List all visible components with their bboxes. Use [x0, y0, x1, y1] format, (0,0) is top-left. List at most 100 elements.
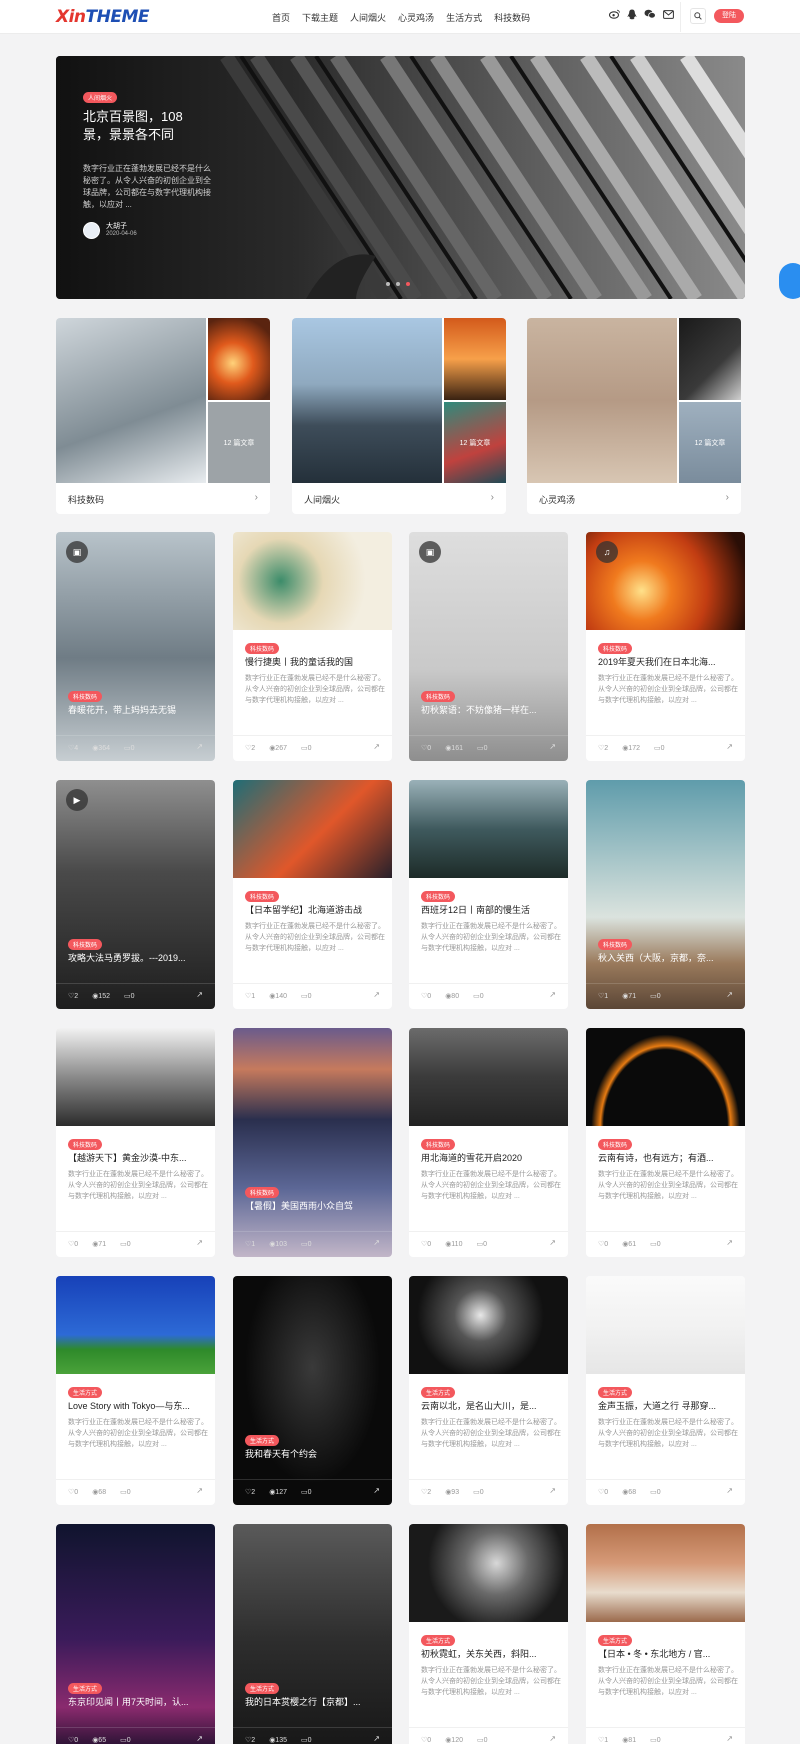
- qq-icon[interactable]: [626, 8, 638, 20]
- post-card[interactable]: 科技数码 西班牙12日丨南部的慢生活 数字行业正在蓬勃发展已经不是什么秘密了。从…: [409, 780, 568, 1009]
- post-title[interactable]: 云南以北，是名山大川，是...: [421, 1399, 557, 1412]
- post-tag[interactable]: 生活方式: [245, 1683, 280, 1694]
- nav-item-soul[interactable]: 心灵鸡汤: [398, 11, 434, 24]
- post-tag[interactable]: 科技数码: [245, 1187, 280, 1198]
- nav-item-home[interactable]: 首页: [272, 11, 290, 24]
- like-count[interactable]: ♡2: [68, 992, 85, 1000]
- post-tag[interactable]: 科技数码: [245, 643, 280, 654]
- hero-tag[interactable]: 人间烟火: [83, 92, 118, 103]
- search-button[interactable]: [690, 8, 706, 24]
- post-card[interactable]: 科技数码 【日本留学纪】北海道游击战 数字行业正在蓬勃发展已经不是什么秘密了。从…: [233, 780, 392, 1009]
- post-tag[interactable]: 生活方式: [421, 1635, 456, 1646]
- post-title[interactable]: 初秋霓虹，关东关西，斜阳...: [421, 1647, 557, 1660]
- post-card[interactable]: 生活方式 【日本 • 冬 • 东北地方 / 官... 数字行业正在蓬勃发展已经不…: [586, 1524, 745, 1744]
- post-tag[interactable]: 科技数码: [598, 1139, 633, 1150]
- post-card[interactable]: 生活方式 Love Story with Tokyo—与东... 数字行业正在蓬…: [56, 1276, 215, 1505]
- post-title[interactable]: 我和春天有个约会: [245, 1447, 381, 1460]
- post-title[interactable]: 初秋絮语：不妨像猪一样在...: [421, 703, 557, 716]
- share-icon[interactable]: ↗: [373, 1734, 380, 1743]
- slider-dot[interactable]: [396, 282, 400, 286]
- post-tag[interactable]: 科技数码: [421, 1139, 456, 1150]
- post-title[interactable]: 【越游天下】黄金沙漠-中东...: [68, 1151, 204, 1164]
- post-tag[interactable]: 生活方式: [421, 1387, 456, 1398]
- category-box-tech[interactable]: 12 篇文章 科技数码 ›: [56, 318, 270, 514]
- post-title[interactable]: 春暖花开，带上妈妈去无锡: [68, 703, 204, 716]
- post-title[interactable]: 我的日本赏樱之行【京都】...: [245, 1695, 381, 1708]
- like-count[interactable]: ♡2: [245, 1736, 262, 1744]
- wechat-icon[interactable]: [644, 8, 656, 20]
- weibo-icon[interactable]: [608, 8, 620, 20]
- share-icon[interactable]: ↗: [196, 990, 203, 999]
- post-tag[interactable]: 生活方式: [245, 1435, 280, 1446]
- author-avatar[interactable]: [83, 222, 100, 239]
- post-card[interactable]: ▣ 科技数码 春暖花开，带上妈妈去无锡 ♡4 ◉364 ▭0 ↗: [56, 532, 215, 761]
- like-count[interactable]: ♡0: [68, 1488, 85, 1496]
- share-icon[interactable]: ↗: [726, 990, 733, 999]
- post-tag[interactable]: 科技数码: [598, 939, 633, 950]
- slider-dot[interactable]: [386, 282, 390, 286]
- like-count[interactable]: ♡2: [245, 1488, 262, 1496]
- post-title[interactable]: 2019年夏天我们在日本北海...: [598, 655, 734, 668]
- post-tag[interactable]: 生活方式: [68, 1387, 103, 1398]
- share-icon[interactable]: ↗: [549, 1486, 556, 1495]
- slider-dot-active[interactable]: [406, 282, 410, 286]
- post-title[interactable]: 西班牙12日丨南部的慢生活: [421, 903, 557, 916]
- floating-service-button[interactable]: [779, 263, 800, 299]
- post-title[interactable]: 金声玉振，大道之行 寻那穿...: [598, 1399, 734, 1412]
- post-tag[interactable]: 科技数码: [245, 891, 280, 902]
- post-card[interactable]: 科技数码 云南有诗，也有远方；有酒... 数字行业正在蓬勃发展已经不是什么秘密了…: [586, 1028, 745, 1257]
- share-icon[interactable]: ↗: [726, 742, 733, 751]
- share-icon[interactable]: ↗: [549, 990, 556, 999]
- like-count[interactable]: ♡2: [421, 1488, 438, 1496]
- login-button[interactable]: 登陆: [714, 9, 744, 23]
- site-logo[interactable]: XinTHEME: [56, 7, 150, 27]
- post-card[interactable]: ▶ 科技数码 攻略大法马勇罗拔。---2019... ♡2 ◉152 ▭0 ↗: [56, 780, 215, 1009]
- like-count[interactable]: ♡0: [598, 1488, 615, 1496]
- post-tag[interactable]: 生活方式: [598, 1635, 633, 1646]
- share-icon[interactable]: ↗: [373, 990, 380, 999]
- post-tag[interactable]: 科技数码: [68, 939, 103, 950]
- post-tag[interactable]: 科技数码: [421, 691, 456, 702]
- like-count[interactable]: ♡0: [68, 1736, 85, 1744]
- post-title[interactable]: 秋入关西（大阪，京都，奈...: [598, 951, 734, 964]
- share-icon[interactable]: ↗: [726, 1734, 733, 1743]
- share-icon[interactable]: ↗: [549, 1238, 556, 1247]
- post-tag[interactable]: 科技数码: [68, 1139, 103, 1150]
- post-card[interactable]: 生活方式 我和春天有个约会 ♡2 ◉127 ▭0 ↗: [233, 1276, 392, 1505]
- post-card[interactable]: 生活方式 云南以北，是名山大川，是... 数字行业正在蓬勃发展已经不是什么秘密了…: [409, 1276, 568, 1505]
- post-card[interactable]: 生活方式 初秋霓虹，关东关西，斜阳... 数字行业正在蓬勃发展已经不是什么秘密了…: [409, 1524, 568, 1744]
- post-tag[interactable]: 科技数码: [598, 643, 633, 654]
- hero-author[interactable]: 大胡子: [106, 221, 127, 231]
- like-count[interactable]: ♡0: [68, 1240, 85, 1248]
- share-icon[interactable]: ↗: [196, 1238, 203, 1247]
- hero-slider[interactable]: 人间烟火 北京百景图，108景，景景各不同 数字行业正在蓬勃发展已经不是什么秘密…: [56, 56, 745, 299]
- nav-item-lifestyle[interactable]: 生活方式: [446, 11, 482, 24]
- post-card[interactable]: 生活方式 金声玉振，大道之行 寻那穿... 数字行业正在蓬勃发展已经不是什么秘密…: [586, 1276, 745, 1505]
- post-tag[interactable]: 生活方式: [598, 1387, 633, 1398]
- mail-icon[interactable]: [662, 8, 674, 20]
- post-title[interactable]: 【日本 • 冬 • 东北地方 / 官...: [598, 1647, 734, 1660]
- post-tag[interactable]: 生活方式: [68, 1683, 103, 1694]
- post-card[interactable]: 科技数码 秋入关西（大阪，京都，奈... ♡1 ◉71 ▭0 ↗: [586, 780, 745, 1009]
- post-card[interactable]: 生活方式 东京印见闻丨用7天时间，认... ♡0 ◉65 ▭0 ↗: [56, 1524, 215, 1744]
- post-title[interactable]: 东京印见闻丨用7天时间，认...: [68, 1695, 204, 1708]
- like-count[interactable]: ♡2: [598, 744, 615, 752]
- share-icon[interactable]: ↗: [196, 742, 203, 751]
- share-icon[interactable]: ↗: [549, 742, 556, 751]
- share-icon[interactable]: ↗: [373, 1486, 380, 1495]
- post-title[interactable]: 攻略大法马勇罗拔。---2019...: [68, 951, 204, 964]
- share-icon[interactable]: ↗: [373, 1238, 380, 1247]
- like-count[interactable]: ♡1: [245, 1240, 262, 1248]
- post-title[interactable]: 用北海道的雪花开启2020: [421, 1151, 557, 1164]
- like-count[interactable]: ♡0: [421, 744, 438, 752]
- like-count[interactable]: ♡1: [245, 992, 262, 1000]
- like-count[interactable]: ♡0: [421, 1240, 438, 1248]
- hero-title[interactable]: 北京百景图，108景，景景各不同: [83, 108, 198, 144]
- share-icon[interactable]: ↗: [726, 1238, 733, 1247]
- nav-item-download[interactable]: 下载主题: [302, 11, 338, 24]
- post-card[interactable]: 科技数码 【越游天下】黄金沙漠-中东... 数字行业正在蓬勃发展已经不是什么秘密…: [56, 1028, 215, 1257]
- like-count[interactable]: ♡0: [421, 1736, 438, 1744]
- like-count[interactable]: ♡2: [245, 744, 262, 752]
- nav-item-tech[interactable]: 科技数码: [494, 11, 530, 24]
- category-box-life[interactable]: 12 篇文章 人间烟火 ›: [292, 318, 506, 514]
